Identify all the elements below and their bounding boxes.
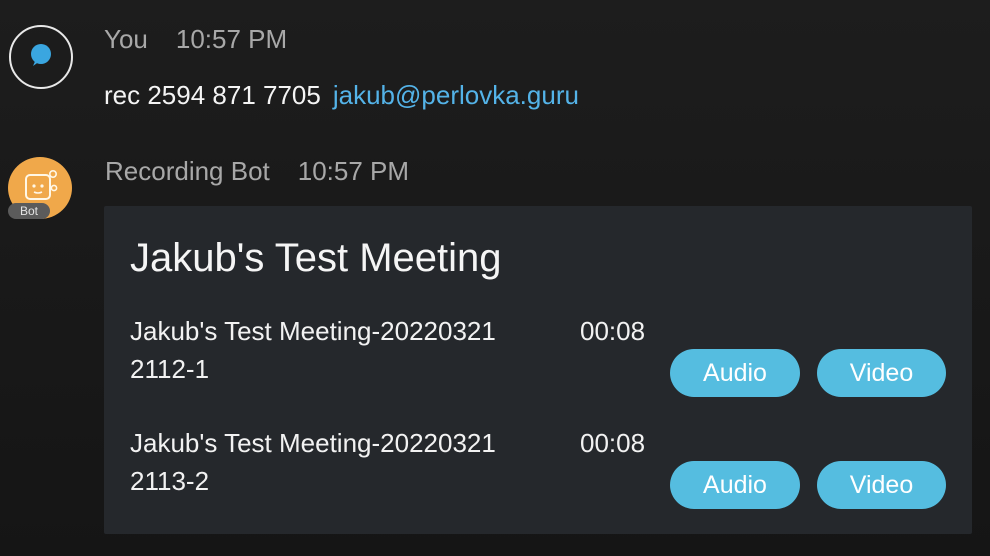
- message-time: 10:57 PM: [175, 24, 288, 54]
- recording-duration: 00:08: [580, 428, 646, 458]
- message-header-bot: Recording Bot 10:57 PM: [105, 156, 409, 187]
- recording-name-line1: Jakub's Test Meeting-20220321: [130, 316, 496, 346]
- audio-button[interactable]: Audio: [670, 349, 800, 397]
- message-text: rec 2594 871 7705: [104, 80, 321, 110]
- bot-badge: Bot: [8, 203, 50, 219]
- recording-duration: 00:08: [580, 316, 646, 346]
- recording-name: Jakub's Test Meeting-20220321 2113-2: [130, 424, 530, 500]
- chat-bubble-icon: [28, 42, 54, 72]
- video-button[interactable]: Video: [817, 461, 946, 509]
- video-button[interactable]: Video: [817, 349, 946, 397]
- recording-row: Jakub's Test Meeting-20220321 2113-2 00:…: [130, 424, 950, 514]
- message-body-you: rec 2594 871 7705 jakub@perlovka.guru: [104, 80, 579, 111]
- audio-button[interactable]: Audio: [670, 461, 800, 509]
- recording-name-line2: 2112-1: [130, 354, 210, 384]
- recording-name-line1: Jakub's Test Meeting-20220321: [130, 428, 496, 458]
- recording-row: Jakub's Test Meeting-20220321 2112-1 00:…: [130, 312, 950, 402]
- recording-name-line2: 2113-2: [130, 466, 210, 496]
- message-time: 10:57 PM: [297, 156, 410, 186]
- card-title: Jakub's Test Meeting: [130, 236, 502, 280]
- recordings-card: Jakub's Test Meeting Jakub's Test Meetin…: [104, 206, 972, 534]
- user-avatar[interactable]: [9, 25, 73, 89]
- recording-name: Jakub's Test Meeting-20220321 2112-1: [130, 312, 530, 388]
- sender-name: Recording Bot: [105, 156, 270, 186]
- email-link[interactable]: jakub@perlovka.guru: [333, 80, 579, 110]
- bot-avatar[interactable]: Bot: [8, 157, 72, 219]
- message-header-you: You 10:57 PM: [104, 24, 287, 55]
- sender-name: You: [104, 24, 148, 54]
